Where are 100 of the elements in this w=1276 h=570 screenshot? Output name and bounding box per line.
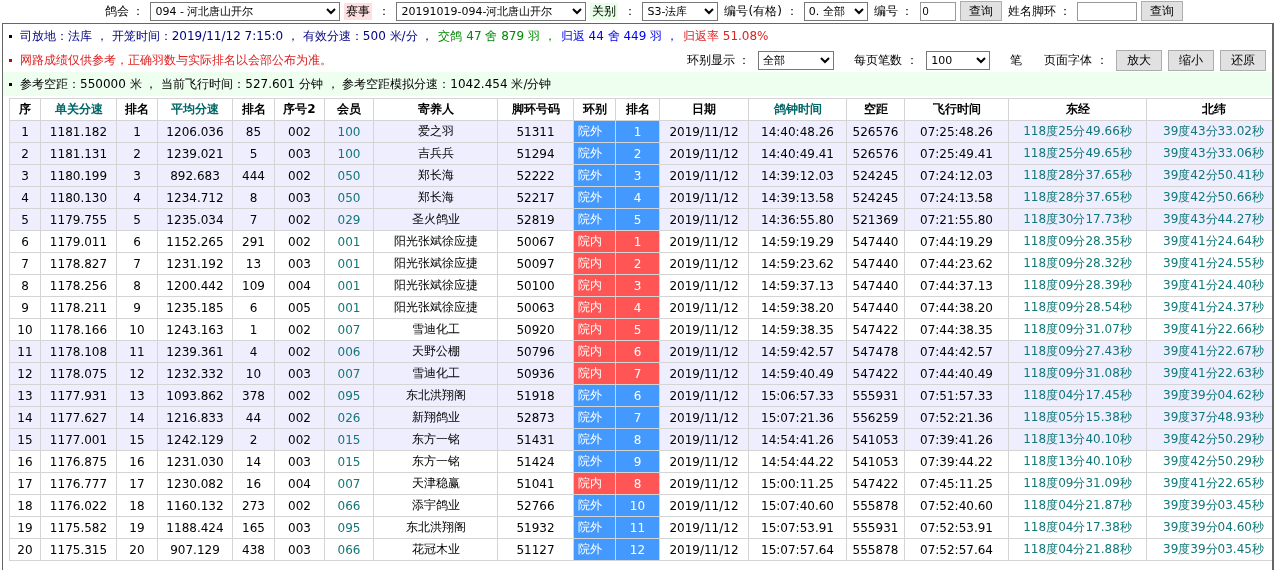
table-cell: 541053 [846,450,905,473]
table-cell: 004 [274,472,325,495]
table-cell: 50067 [497,230,574,253]
table-cell: 118度09分31.07秒 [1008,318,1147,341]
table-cell: 547440 [846,274,905,297]
table-cell: 50063 [497,296,574,319]
table-cell: 2019/11/12 [659,472,749,495]
table-cell: 13 [9,384,41,407]
font-size-button[interactable]: 放大 [1116,49,1162,71]
table-cell: 005 [274,296,325,319]
field-label: 姓名脚环 ： [1006,2,1073,20]
table-cell: 438 [232,538,275,561]
column-header: 平均分速 [157,98,233,121]
table-cell: 118度09分28.39秒 [1008,274,1147,297]
table-cell: 10 [116,318,158,341]
dropdown[interactable]: 20191019-094-河北唐山开尔 [396,1,587,21]
table-cell: 14:59:23.62 [748,252,847,275]
table-cell: 015 [324,450,374,473]
table-cell: 2019/11/12 [659,538,749,561]
table-cell: 118度25分49.65秒 [1008,142,1147,165]
table-cell: 165 [232,516,275,539]
field-label: 赛事 [344,2,373,20]
table-cell: 118度09分28.54秒 [1008,296,1147,319]
column-header: 东经 [1008,98,1147,121]
dropdown[interactable]: 全部 [758,50,835,70]
table-cell: 007 [324,472,374,495]
query-button[interactable]: 查询 [1141,1,1184,21]
table-cell: 291 [232,230,275,253]
table-cell: 555878 [846,494,905,517]
input-field[interactable]: 0 [919,1,956,21]
table-cell: 003 [274,450,325,473]
table-cell: 118度04分21.87秒 [1008,494,1147,517]
table-cell: 8 [9,274,41,297]
table-cell: 001 [324,296,374,319]
table-cell: 1160.132 [157,494,233,517]
dropdown[interactable]: 094 - 河北唐山开尔 [150,1,341,21]
table-cell: 18 [9,494,41,517]
table-cell: 14:59:38.35 [748,318,847,341]
table-cell: 118度13分40.10秒 [1008,428,1147,451]
table-cell: 1178.827 [40,252,117,275]
table-cell: 07:44:37.13 [904,274,1009,297]
table-cell: 50097 [497,252,574,275]
table-cell: 1243.163 [157,318,233,341]
table-cell: 002 [274,494,325,517]
column-header: 空距 [846,98,905,121]
field-label: ： [623,2,638,20]
table-cell: 51424 [497,450,574,473]
table-cell: 118度04分17.45秒 [1008,384,1147,407]
table-cell: 07:39:44.22 [904,450,1009,473]
notice-text: 网路成绩仅供参考，正确羽数与实际排名以会部公布为准。 [20,51,332,69]
table-cell: 1231.192 [157,252,233,275]
input-field[interactable] [1077,1,1138,21]
table-cell: 07:52:53.91 [904,516,1009,539]
column-header: 序 [9,98,41,121]
table-cell: 095 [324,516,374,539]
table-cell: 2019/11/12 [659,230,749,253]
table-cell: 15:00:11.25 [748,472,847,495]
table-cell: 阳光张斌徐应捷 [373,274,498,297]
table-cell: 5 [9,208,41,231]
table-cell: 07:44:23.62 [904,252,1009,275]
column-header: 排名 [232,98,275,121]
table-cell: 51127 [497,538,574,561]
font-size-button[interactable]: 还原 [1220,49,1266,71]
table-cell: 004 [274,274,325,297]
font-size-button[interactable]: 缩小 [1168,49,1214,71]
table-cell: 16 [232,472,275,495]
table-cell: 15:07:57.64 [748,538,847,561]
table-cell: 16 [9,450,41,473]
table-cell: 1178.211 [40,296,117,319]
column-header: 会员 [324,98,374,121]
table-cell: 1231.030 [157,450,233,473]
table-cell: 14:59:19.29 [748,230,847,253]
table-cell: 118度05分15.38秒 [1008,406,1147,429]
table-cell: 1 [9,120,41,143]
table-cell: 6 [116,230,158,253]
table-cell: 15:07:40.60 [748,494,847,517]
field-label: 关别 [590,2,619,20]
table-cell: 9 [116,296,158,319]
table-cell: 547440 [846,252,905,275]
dropdown[interactable]: 100 [926,50,991,70]
dropdown[interactable]: 0. 全部 [803,1,868,21]
table-cell: 2019/11/12 [659,450,749,473]
table-cell: 14:59:38.20 [748,296,847,319]
table-cell: 1176.875 [40,450,117,473]
column-header: 飞行时间 [904,98,1009,121]
table-cell: 1175.582 [40,516,117,539]
table-cell: 2019/11/12 [659,296,749,319]
table-cell: 20 [116,538,158,561]
table-cell: 555931 [846,516,905,539]
query-button[interactable]: 查询 [959,1,1002,21]
column-header: 单关分速 [40,98,117,121]
column-header: 日期 [659,98,749,121]
table-cell: 003 [274,516,325,539]
table-cell: 51932 [497,516,574,539]
dropdown[interactable]: S3-法库 [642,1,719,21]
table-cell: 2019/11/12 [659,318,749,341]
table-cell: 51041 [497,472,574,495]
table-cell: 50100 [497,274,574,297]
field-label: 每页笔数 ： [853,51,920,69]
table-cell: 19 [116,516,158,539]
